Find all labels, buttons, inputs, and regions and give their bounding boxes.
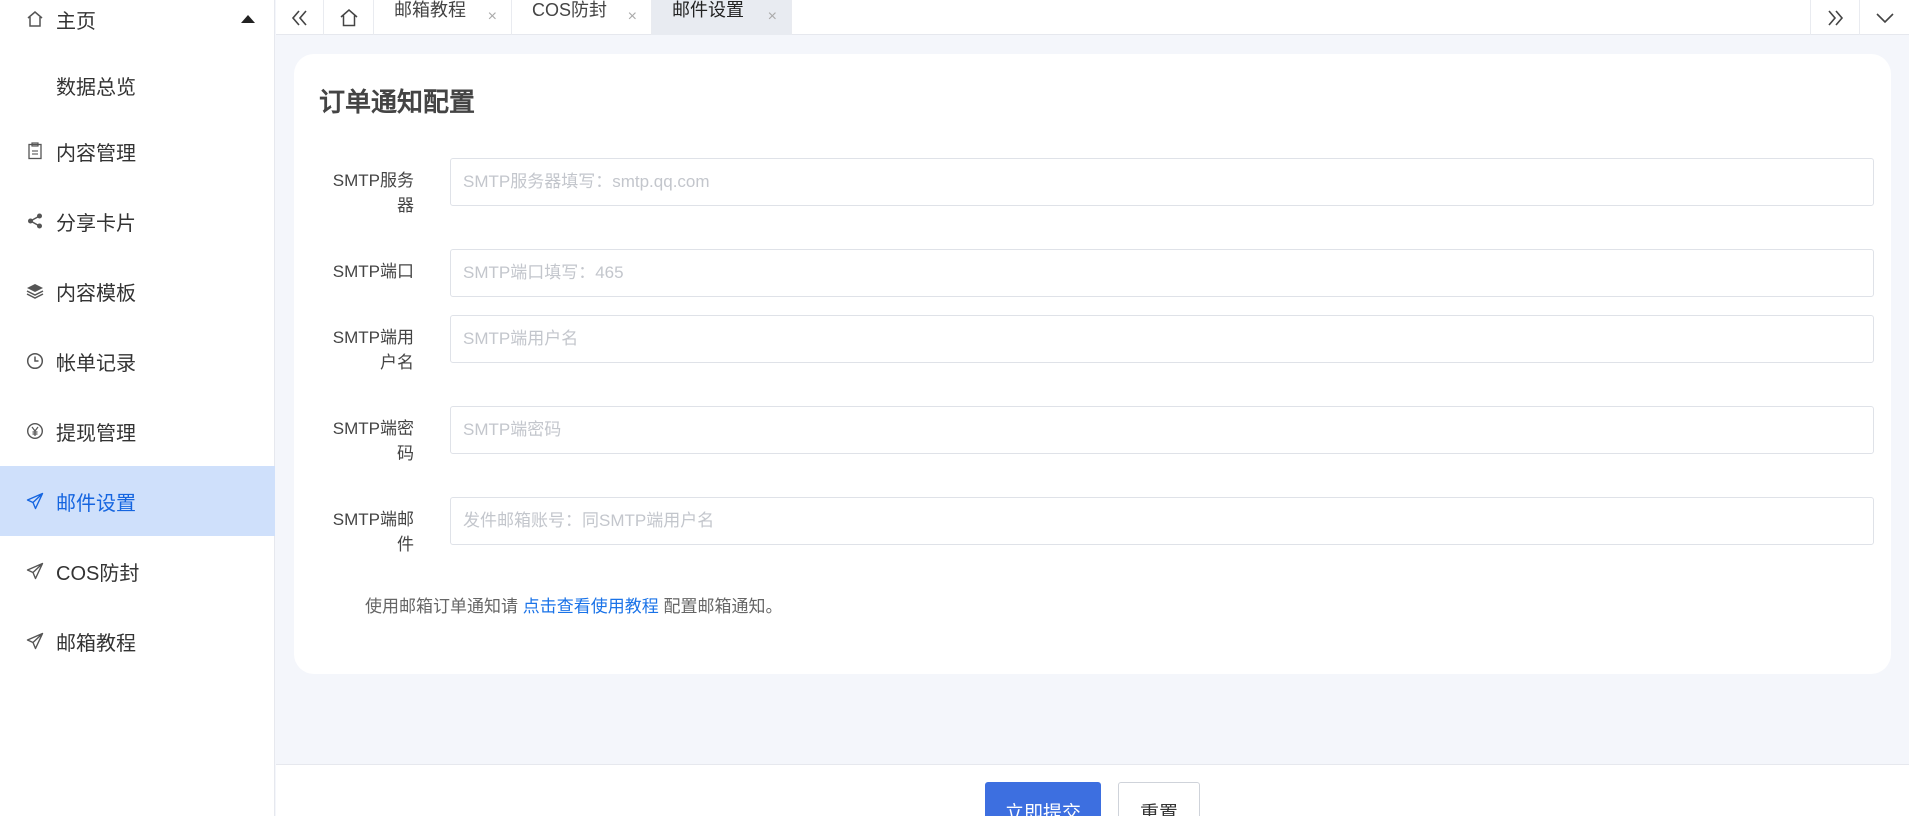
sidebar-item-label: 邮件设置 — [56, 492, 136, 515]
smtp-username-input[interactable] — [450, 315, 1874, 363]
smtp-password-input[interactable] — [450, 406, 1874, 454]
sidebar-item-label: 主页 — [56, 10, 96, 33]
hint-text: 配置邮箱通知。 — [663, 597, 783, 616]
double-chevron-left-icon — [291, 9, 307, 26]
submit-button[interactable]: 立即提交 — [985, 782, 1101, 816]
tab-label: 邮箱教程 — [394, 0, 466, 20]
home-icon — [340, 8, 357, 26]
smtp-server-label: SMTP服务 器 — [314, 168, 414, 218]
layers-icon — [25, 281, 45, 301]
clock-icon — [25, 351, 45, 371]
sidebar-item-label: 提现管理 — [56, 422, 136, 445]
scroll-right-button[interactable] — [1810, 0, 1860, 35]
send-icon — [25, 561, 45, 581]
tab-mail-tutorial[interactable]: 邮箱教程 × — [374, 0, 512, 35]
send-icon — [25, 491, 45, 511]
double-chevron-right-icon — [1828, 9, 1844, 26]
label-line: 器 — [397, 196, 414, 215]
sidebar-item-mail-settings[interactable]: 邮件设置 — [0, 466, 275, 536]
clipboard-icon — [25, 141, 45, 161]
tab-mail-settings[interactable]: 邮件设置 × — [652, 0, 792, 35]
sidebar-item-bills[interactable]: 帐单记录 — [0, 326, 275, 396]
tutorial-hint: 使用邮箱订单通知请 点击查看使用教程 配置邮箱通知。 — [365, 592, 782, 617]
tab-cos[interactable]: COS防封 × — [512, 0, 652, 35]
page-title: 订单通知配置 — [319, 87, 476, 117]
smtp-port-label: SMTP端口 — [314, 259, 414, 284]
label-line: 码 — [397, 444, 414, 463]
hint-text: 使用邮箱订单通知请 — [365, 597, 518, 616]
smtp-server-input[interactable] — [450, 158, 1874, 206]
sidebar-item-label: 分享卡片 — [56, 212, 136, 235]
send-icon — [25, 631, 45, 651]
sidebar-item-mail-tutorial[interactable]: 邮箱教程 — [0, 606, 275, 676]
label-line: SMTP服务 — [332, 171, 414, 190]
close-icon[interactable]: × — [768, 8, 777, 26]
label-line: 户名 — [380, 353, 414, 372]
smtp-password-label: SMTP端密 码 — [314, 416, 414, 466]
smtp-username-label: SMTP端用 户名 — [314, 325, 414, 375]
sidebar-item-label: 数据总览 — [56, 76, 136, 99]
label-line: SMTP端密 — [332, 419, 414, 438]
smtp-mail-label: SMTP端邮 件 — [314, 507, 414, 557]
tab-menu-button[interactable] — [1860, 0, 1909, 35]
chevron-down-icon — [1875, 12, 1894, 23]
sidebar-item-content[interactable]: 内容管理 — [0, 116, 275, 186]
sidebar-item-label: 内容模板 — [56, 282, 136, 305]
smtp-mail-input[interactable] — [450, 497, 1874, 545]
share-icon — [25, 211, 45, 231]
sidebar-item-withdraw[interactable]: 提现管理 — [0, 396, 275, 466]
smtp-port-input[interactable] — [450, 249, 1874, 297]
reset-button[interactable]: 重置 — [1118, 782, 1200, 816]
label-line: SMTP端用 — [332, 328, 414, 347]
sidebar-item-label: 内容管理 — [56, 142, 136, 165]
sidebar: 主页 数据总览 内容管理 分享卡片 内容模板 帐单记录 提现管理 邮件设置 CO… — [0, 0, 275, 816]
tab-bar: 邮箱教程 × COS防封 × 邮件设置 × — [276, 0, 1909, 35]
label-line: SMTP端口 — [332, 262, 414, 281]
sidebar-item-label: COS防封 — [56, 562, 140, 585]
tab-label: COS防封 — [532, 0, 608, 20]
label-line: SMTP端邮 — [332, 510, 414, 529]
close-icon[interactable]: × — [488, 8, 497, 26]
sidebar-item-template[interactable]: 内容模板 — [0, 256, 275, 326]
close-icon[interactable]: × — [628, 8, 637, 26]
scroll-left-button[interactable] — [276, 0, 324, 35]
home-tab-button[interactable] — [324, 0, 374, 35]
tutorial-link[interactable]: 点击查看使用教程 — [523, 597, 659, 616]
sidebar-item-label: 帐单记录 — [56, 352, 136, 375]
sidebar-item-dashboard[interactable]: 数据总览 — [0, 50, 275, 120]
home-icon — [25, 9, 45, 29]
sidebar-item-label: 邮箱教程 — [56, 632, 136, 655]
tab-label: 邮件设置 — [672, 0, 744, 20]
sidebar-item-share-card[interactable]: 分享卡片 — [0, 186, 275, 256]
settings-card: 订单通知配置 SMTP服务 器 SMTP端口 SMTP端用 户名 SMTP端密 … — [294, 54, 1891, 674]
caret-up-icon[interactable] — [241, 15, 255, 23]
sidebar-item-home[interactable]: 主页 — [0, 0, 275, 54]
label-line: 件 — [397, 535, 414, 554]
sidebar-item-cos[interactable]: COS防封 — [0, 536, 275, 606]
yen-icon — [25, 421, 45, 441]
